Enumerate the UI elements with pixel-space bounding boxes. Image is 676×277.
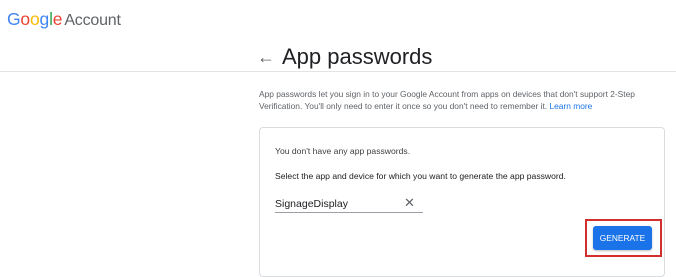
clear-icon[interactable]: ✕ bbox=[404, 196, 415, 210]
google-account-logo[interactable]: Google Account bbox=[7, 9, 121, 30]
logo-letter-e: e bbox=[52, 9, 63, 29]
generate-button[interactable]: GENERATE bbox=[593, 226, 652, 250]
app-name-input[interactable]: SignageDisplay ✕ bbox=[275, 196, 423, 213]
back-arrow-icon[interactable]: ← bbox=[257, 42, 275, 72]
header-divider bbox=[0, 71, 676, 72]
select-app-prompt: Select the app and device for which you … bbox=[275, 171, 566, 181]
logo-letter-g: G bbox=[7, 9, 21, 29]
page-description: App passwords let you sign in to your Go… bbox=[259, 88, 669, 112]
page-title: App passwords bbox=[282, 44, 433, 69]
logo-letter-g2: g bbox=[39, 9, 50, 29]
logo-suffix: Account bbox=[64, 12, 121, 29]
header: Google Account bbox=[0, 0, 676, 44]
logo-letter-o1: o bbox=[20, 9, 30, 29]
logo-letter-o2: o bbox=[29, 9, 40, 29]
learn-more-link[interactable]: Learn more bbox=[549, 101, 592, 111]
app-name-value[interactable]: SignageDisplay bbox=[275, 198, 348, 210]
no-passwords-text: You don't have any app passwords. bbox=[275, 146, 411, 156]
